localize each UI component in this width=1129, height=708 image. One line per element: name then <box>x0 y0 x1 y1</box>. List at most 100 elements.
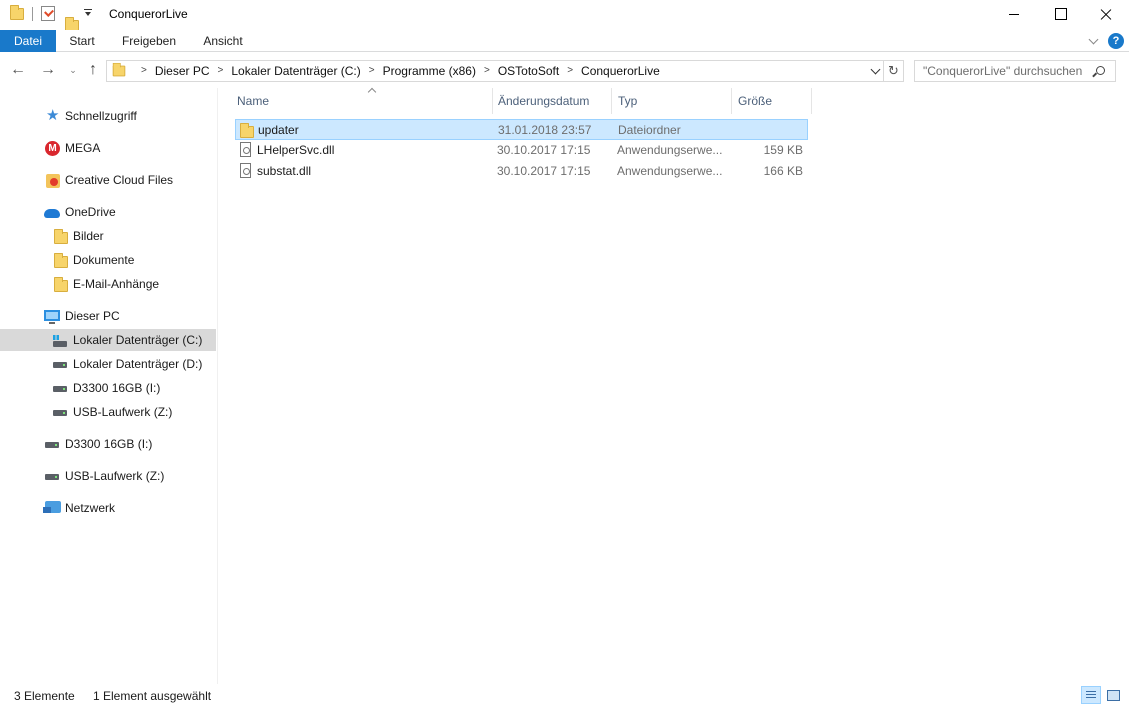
nav-item-this-pc[interactable]: Dieser PC <box>0 305 216 327</box>
file-type: Anwendungserwe... <box>617 143 723 157</box>
tab-share[interactable]: Freigeben <box>114 30 184 52</box>
breadcrumb-item[interactable]: Lokaler Datenträger (C:) <box>231 61 360 81</box>
nav-item-label: Lokaler Datenträger (C:) <box>73 333 203 347</box>
breadcrumb-item[interactable]: Programme (x86) <box>383 61 476 81</box>
properties-icon[interactable] <box>41 6 55 21</box>
nav-item-label: D3300 16GB (I:) <box>65 437 153 451</box>
column-header-name[interactable]: Name <box>231 88 493 114</box>
maximize-button[interactable] <box>1037 0 1083 30</box>
address-bar[interactable]: > Dieser PC > Lokaler Datenträger (C:) >… <box>106 60 884 82</box>
nav-item-quick-access[interactable]: ★ Schnellzugriff <box>0 105 216 127</box>
nav-item-label: Schnellzugriff <box>65 109 137 123</box>
drive-icon <box>45 474 59 480</box>
file-name: updater <box>258 123 299 137</box>
nav-item-label: Dieser PC <box>65 309 120 323</box>
up-arrow-icon[interactable]: ↑ <box>84 61 102 79</box>
nav-item-drive-i[interactable]: D3300 16GB (I:) <box>0 377 216 399</box>
file-row-lhelpersvc[interactable]: LHelperSvc.dll 30.10.2017 17:15 Anwendun… <box>235 140 808 161</box>
folder-icon[interactable] <box>10 5 24 20</box>
back-arrow-icon[interactable]: ← <box>9 61 27 79</box>
nav-item-label: D3300 16GB (I:) <box>73 381 161 395</box>
nav-item-label: Dokumente <box>73 253 135 267</box>
mega-icon: M <box>45 141 60 156</box>
nav-item-label: MEGA <box>65 141 101 155</box>
search-icon[interactable] <box>1096 66 1105 75</box>
address-history-chevron-icon[interactable] <box>869 61 883 81</box>
nav-item-label: Lokaler Datenträger (D:) <box>73 357 203 371</box>
file-type: Anwendungserwe... <box>617 164 723 178</box>
help-icon[interactable]: ? <box>1108 33 1124 49</box>
toolbar-separator <box>32 7 33 21</box>
drive-icon <box>45 442 59 448</box>
details-view-icon[interactable] <box>1081 686 1101 704</box>
nav-item-label: Netzwerk <box>65 501 116 515</box>
tab-view[interactable]: Ansicht <box>196 30 250 52</box>
breadcrumb-item[interactable]: Dieser PC <box>155 61 210 81</box>
computer-icon <box>44 310 60 324</box>
title-bar: ConquerorLive <box>0 0 1129 32</box>
minimize-button[interactable] <box>991 0 1037 30</box>
drive-icon <box>53 410 67 416</box>
column-header-date[interactable]: Änderungsdatum <box>492 88 612 114</box>
sort-ascending-icon <box>368 86 376 94</box>
tab-file[interactable]: Datei <box>0 30 56 52</box>
file-size: 159 KB <box>763 143 803 157</box>
nav-item-onedrive[interactable]: OneDrive <box>0 201 216 223</box>
nav-item-drive-z[interactable]: USB-Laufwerk (Z:) <box>0 401 216 423</box>
item-count: 3 Elemente <box>14 689 75 703</box>
system-drive-icon <box>53 335 67 347</box>
breadcrumb-item[interactable]: ConquerorLive <box>581 61 660 81</box>
network-icon <box>43 501 61 513</box>
file-name: LHelperSvc.dll <box>257 143 335 157</box>
search-placeholder: "ConquerorLive" durchsuchen <box>923 64 1083 78</box>
nav-item-drive-z-root[interactable]: USB-Laufwerk (Z:) <box>0 465 216 487</box>
folder-icon <box>54 277 68 292</box>
file-type: Dateiordner <box>618 123 681 137</box>
star-icon: ★ <box>46 107 60 124</box>
nav-item-network[interactable]: Netzwerk <box>0 497 216 519</box>
tab-start[interactable]: Start <box>62 30 102 52</box>
file-size: 166 KB <box>763 164 803 178</box>
file-row-substat[interactable]: substat.dll 30.10.2017 17:15 Anwendungse… <box>235 161 808 182</box>
breadcrumb-separator-icon[interactable]: > <box>133 61 155 81</box>
expand-ribbon-chevron-icon[interactable] <box>1088 36 1098 46</box>
forward-arrow-icon[interactable]: → <box>39 61 57 79</box>
nav-item-drive-d[interactable]: Lokaler Datenträger (D:) <box>0 353 216 375</box>
cloud-icon <box>44 209 60 218</box>
nav-item-label: OneDrive <box>65 205 116 219</box>
breadcrumb-item[interactable]: OSTotoSoft <box>498 61 559 81</box>
window-title: ConquerorLive <box>109 7 188 21</box>
nav-item-label: Creative Cloud Files <box>65 173 174 187</box>
file-name: substat.dll <box>257 164 312 178</box>
folder-icon <box>240 123 254 138</box>
file-date: 30.10.2017 17:15 <box>497 164 591 178</box>
nav-item-drive-c[interactable]: Lokaler Datenträger (C:) <box>0 329 216 351</box>
column-header-size[interactable]: Größe <box>732 88 812 114</box>
ribbon-tabs: Datei Start Freigeben Ansicht ? <box>0 30 1129 52</box>
creative-cloud-icon <box>46 174 60 188</box>
close-button[interactable] <box>1083 0 1129 30</box>
nav-item-documents[interactable]: Dokumente <box>0 249 216 271</box>
customize-quick-access-icon[interactable] <box>84 9 92 17</box>
refresh-icon[interactable]: ↻ <box>884 60 904 82</box>
file-date: 30.10.2017 17:15 <box>497 143 591 157</box>
file-list: Name Änderungsdatum Typ Größe updater 31… <box>219 88 1129 684</box>
nav-item-creative-cloud[interactable]: Creative Cloud Files <box>0 169 216 191</box>
nav-item-drive-i-root[interactable]: D3300 16GB (I:) <box>0 433 216 455</box>
drive-icon <box>53 362 67 368</box>
nav-item-label: USB-Laufwerk (Z:) <box>73 405 173 419</box>
nav-item-email-attachments[interactable]: E-Mail-Anhänge <box>0 273 216 295</box>
large-icons-view-icon[interactable] <box>1103 686 1123 704</box>
recent-locations-chevron-icon[interactable]: ⌄ <box>64 61 82 79</box>
column-header-type[interactable]: Typ <box>612 88 732 114</box>
nav-item-pictures[interactable]: Bilder <box>0 225 216 247</box>
file-row-updater[interactable]: updater 31.01.2018 23:57 Dateiordner <box>235 119 808 140</box>
breadcrumb-separator-icon[interactable]: > <box>476 61 498 81</box>
breadcrumb-separator-icon[interactable]: > <box>361 61 383 81</box>
breadcrumb-separator-icon[interactable]: > <box>210 61 232 81</box>
nav-item-mega[interactable]: M MEGA <box>0 137 216 159</box>
search-input[interactable]: "ConquerorLive" durchsuchen <box>914 60 1116 82</box>
file-date: 31.01.2018 23:57 <box>498 123 592 137</box>
breadcrumb-separator-icon[interactable]: > <box>559 61 581 81</box>
navigation-pane: ★ Schnellzugriff M MEGA Creative Cloud F… <box>0 88 218 684</box>
